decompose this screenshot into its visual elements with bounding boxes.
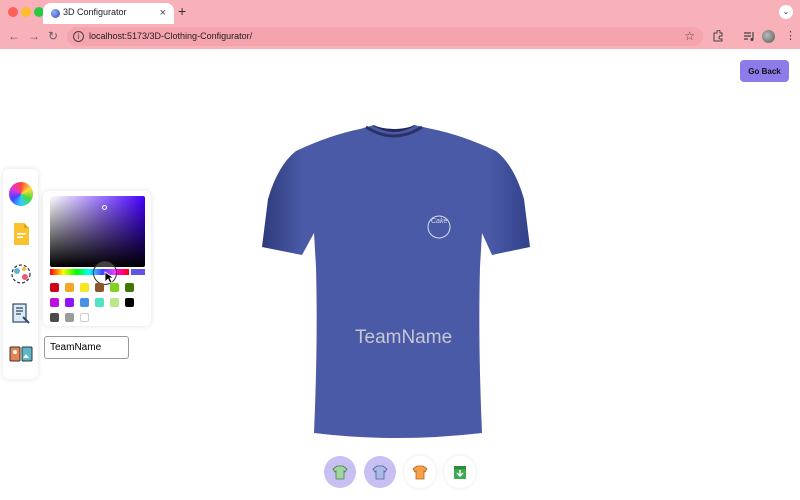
address-bar[interactable]: i localhost:5173/3D-Clothing-Configurato…: [67, 27, 703, 46]
color-swatch[interactable]: [95, 283, 104, 292]
new-tab-button[interactable]: +: [178, 3, 186, 19]
shirt-back-button[interactable]: [364, 456, 396, 488]
tshirt-button[interactable]: [404, 456, 436, 488]
shirt-front-button[interactable]: [324, 456, 356, 488]
shirt-team-name-text: TeamName: [355, 327, 453, 348]
reload-button[interactable]: ↻: [48, 29, 58, 43]
tab-search-button[interactable]: ⌄: [779, 5, 793, 19]
color-swatch[interactable]: [50, 283, 59, 292]
url-text[interactable]: localhost:5173/3D-Clothing-Configurator/: [89, 31, 252, 41]
editor-sidebar: [3, 169, 38, 379]
image-icon[interactable]: [9, 342, 33, 366]
extensions-icon[interactable]: [712, 29, 724, 46]
color-swatch[interactable]: [65, 283, 74, 292]
tab-close-icon[interactable]: ×: [160, 6, 166, 20]
color-picker-panel: [43, 191, 151, 326]
team-name-input[interactable]: [44, 336, 129, 359]
color-swatch[interactable]: [65, 298, 74, 307]
tshirt-icon: [412, 465, 428, 480]
color-swatch[interactable]: [65, 313, 74, 322]
tshirt-3d-model[interactable]: [256, 121, 532, 446]
file-icon[interactable]: [9, 222, 33, 246]
saturation-value-area[interactable]: [50, 196, 145, 267]
shirt-back-icon: [372, 465, 388, 480]
browser-toolbar: ← → ↻ i localhost:5173/3D-Clothing-Confi…: [0, 24, 800, 49]
download-button[interactable]: [444, 456, 476, 488]
favicon-icon: [51, 9, 60, 18]
color-swatch[interactable]: [125, 283, 134, 292]
shirt-front-icon: [332, 465, 348, 480]
color-swatch[interactable]: [125, 298, 134, 307]
window-close-button[interactable]: [8, 7, 18, 17]
download-icon: [454, 466, 466, 479]
back-button[interactable]: ←: [8, 29, 20, 43]
color-swatch[interactable]: [110, 298, 119, 307]
go-back-button[interactable]: Go Back: [740, 60, 789, 82]
color-swatch[interactable]: [80, 283, 89, 292]
color-swatch[interactable]: [95, 298, 104, 307]
color-swatch[interactable]: [50, 313, 59, 322]
hue-slider[interactable]: [50, 269, 129, 275]
browser-tab-bar: 3D Configurator × + ⌄: [0, 0, 800, 24]
selected-color-preview: [131, 269, 145, 275]
color-swatch[interactable]: [110, 283, 119, 292]
color-wheel-icon[interactable]: [9, 182, 33, 206]
browser-menu-icon[interactable]: ⋮: [785, 30, 796, 43]
color-swatch[interactable]: [50, 298, 59, 307]
browser-tab[interactable]: 3D Configurator ×: [43, 3, 174, 24]
forward-button[interactable]: →: [28, 29, 40, 43]
tab-title: 3D Configurator: [63, 7, 127, 17]
bookmark-star-icon[interactable]: ☆: [684, 29, 695, 43]
profile-avatar[interactable]: [762, 30, 775, 43]
logo-icon[interactable]: [9, 262, 33, 286]
media-control-icon[interactable]: [743, 30, 755, 46]
color-swatch[interactable]: [80, 313, 89, 322]
site-info-icon[interactable]: i: [73, 31, 84, 42]
shirt-logo-text: Cake: [431, 218, 448, 225]
saturation-thumb[interactable]: [102, 205, 107, 210]
configurator-page: Go Back TeamName Cake TeamName: [0, 49, 800, 500]
color-swatch[interactable]: [80, 298, 89, 307]
text-icon[interactable]: [9, 302, 33, 326]
window-minimize-button[interactable]: [21, 7, 31, 17]
